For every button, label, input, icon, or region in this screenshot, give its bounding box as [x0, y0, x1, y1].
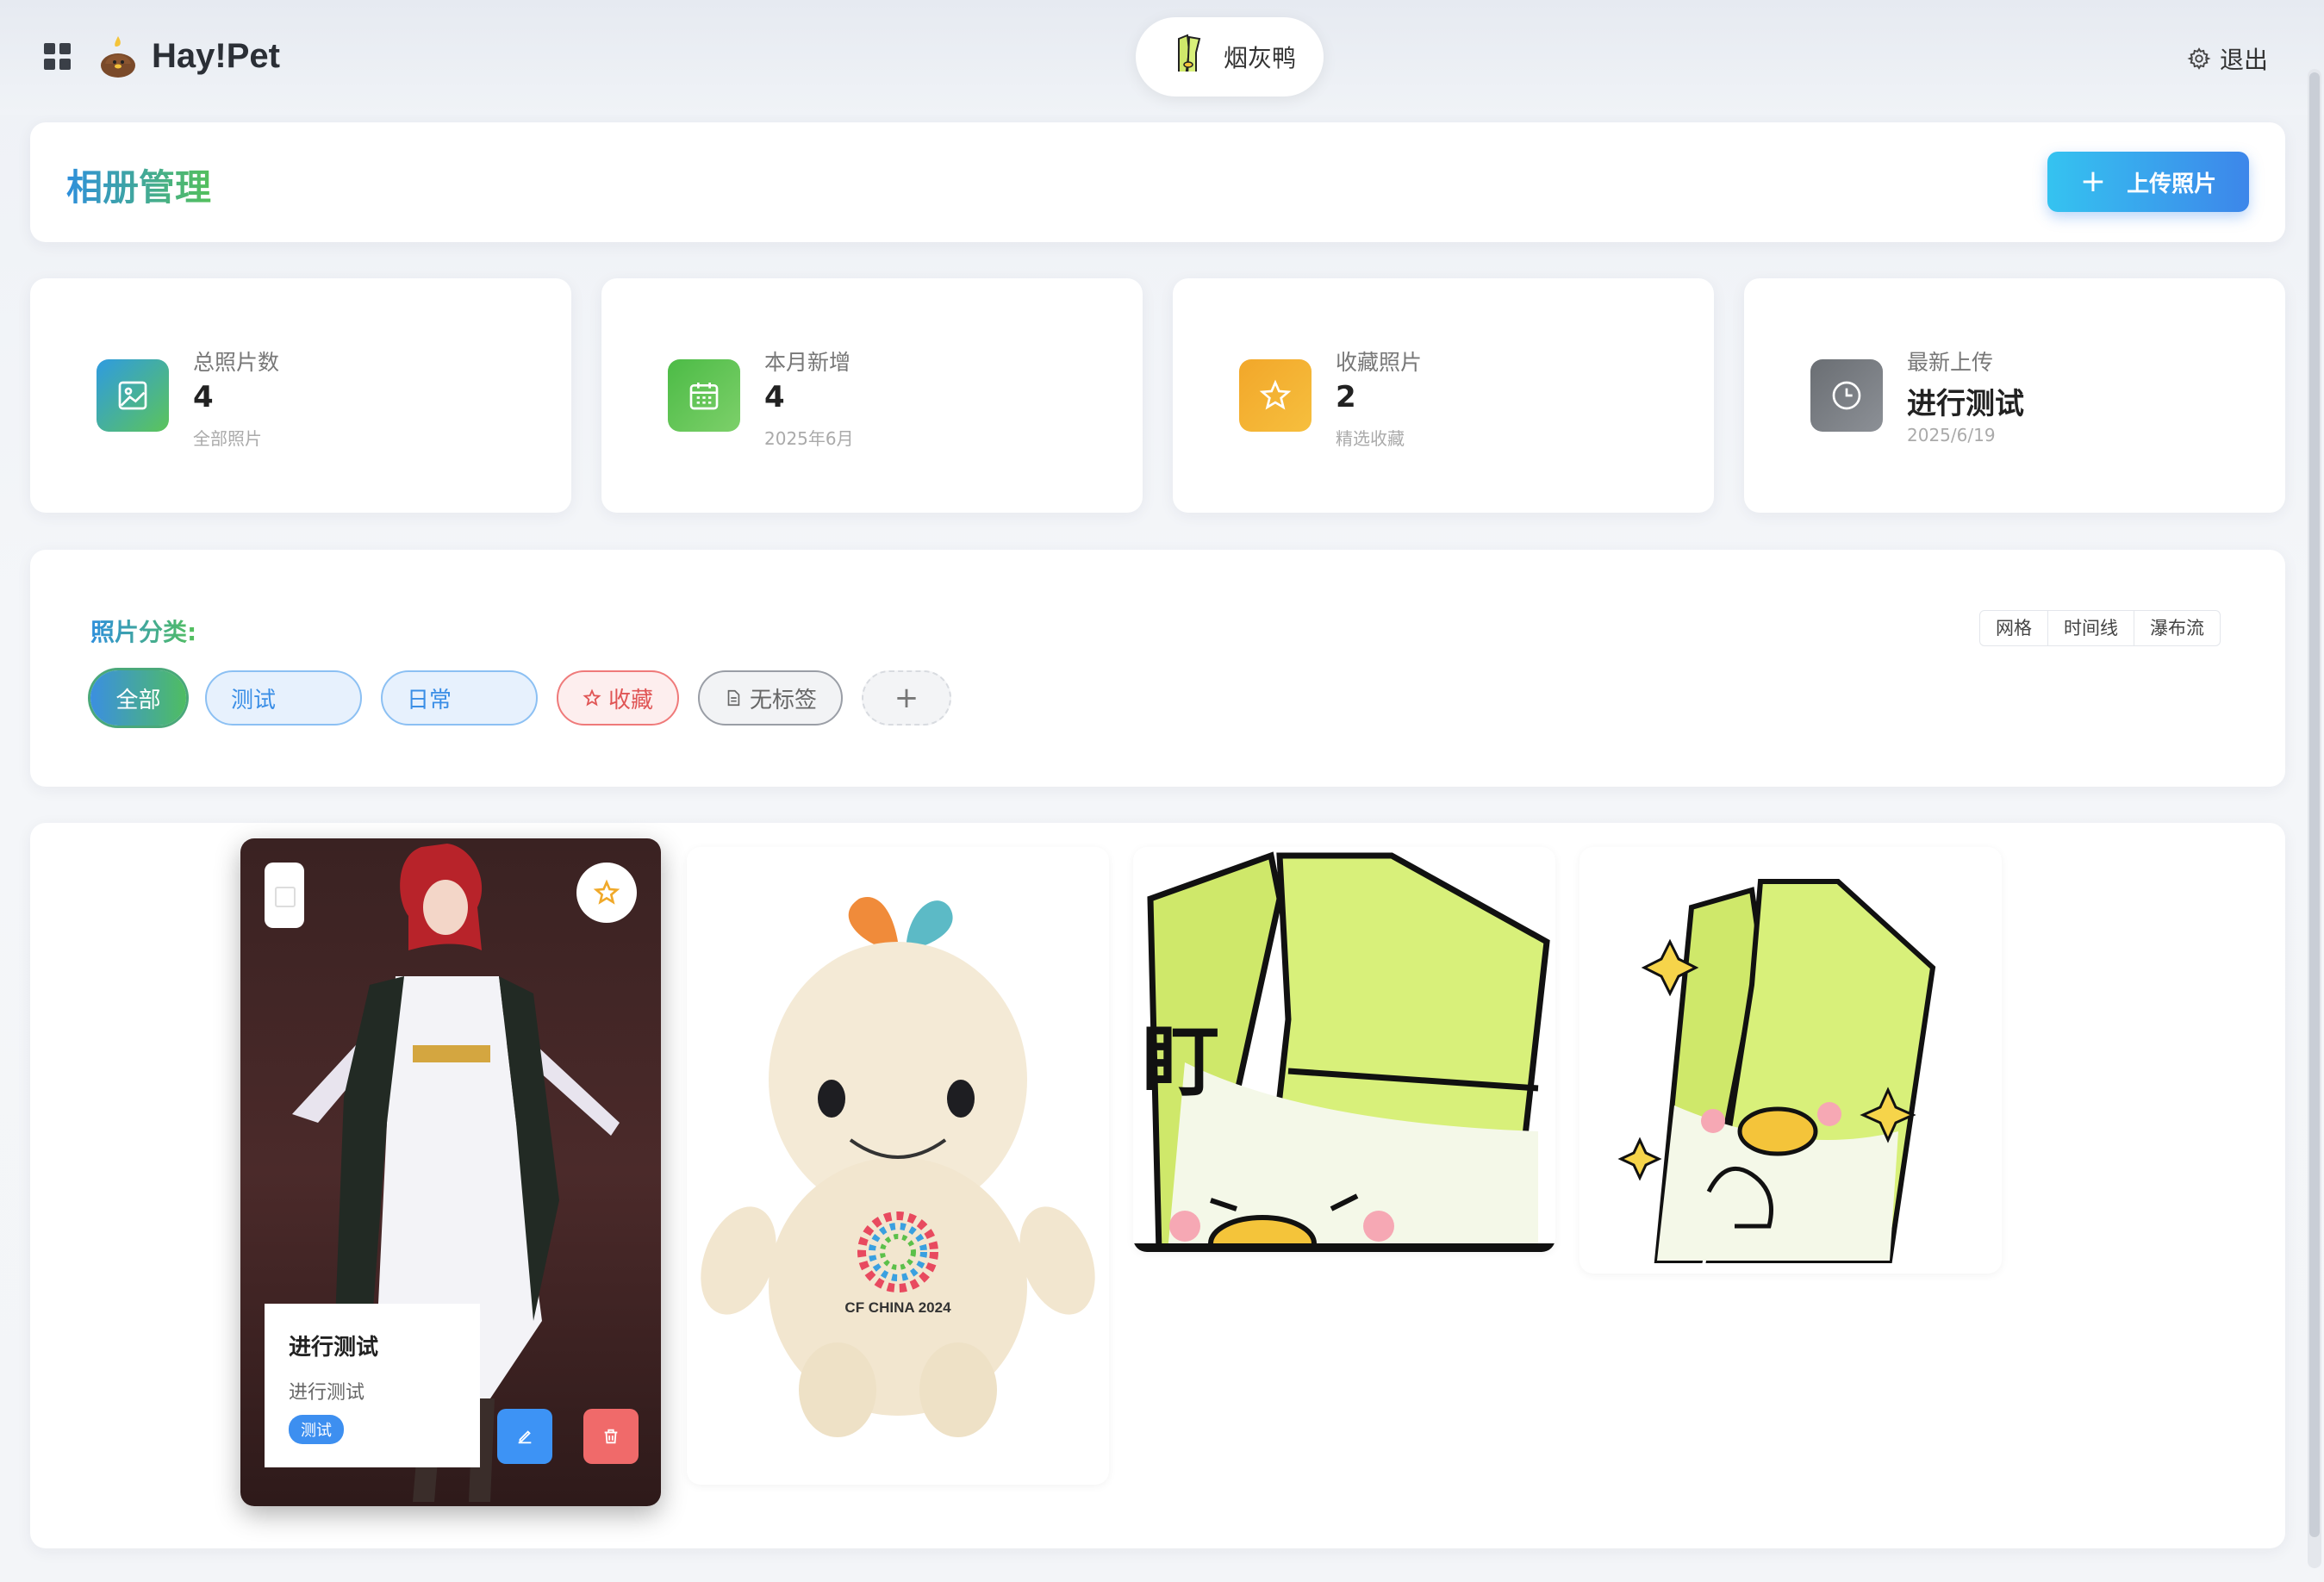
photo-card[interactable]: 盯	[1133, 847, 1555, 1252]
tag-label: 收藏	[607, 687, 653, 713]
avatar	[1177, 34, 1201, 78]
stat-card-latest: 最新上传 进行测试 2025/6/19	[1744, 278, 2285, 513]
view-waterfall-button[interactable]: 瀑布流	[2134, 611, 2220, 645]
document-icon	[727, 689, 740, 707]
view-grid-button[interactable]: 网格	[1980, 611, 2047, 645]
top-navigation-bar: Hay!Pet 烟灰鸭 退出	[0, 0, 2324, 115]
plus-icon: +	[2079, 164, 2107, 199]
edit-photo-button[interactable]	[497, 1409, 552, 1464]
image-icon	[97, 359, 169, 432]
photo-info-panel: 进行测试 进行测试 测试	[265, 1304, 480, 1467]
photo-description: 进行测试	[289, 1382, 365, 1404]
calendar-icon	[668, 359, 740, 432]
edit-icon	[518, 1430, 532, 1444]
tag-favorites[interactable]: 收藏	[557, 670, 679, 726]
star-icon	[593, 879, 620, 905]
tag-daily[interactable]: 日常	[381, 670, 538, 726]
photo-card[interactable]	[1579, 847, 2002, 1274]
photo-caption: 盯	[1142, 1017, 1219, 1107]
stat-value: 进行测试	[1907, 387, 2024, 421]
brand[interactable]: Hay!Pet	[97, 33, 280, 79]
brand-name: Hay!Pet	[152, 36, 280, 75]
tag-list: 全部 测试 日常 收藏 无标签 +	[90, 670, 951, 726]
pet-logo-icon	[101, 36, 135, 78]
add-tag-button[interactable]: +	[862, 670, 951, 726]
tag-all[interactable]: 全部	[90, 670, 186, 726]
filter-title: 照片分类:	[90, 613, 196, 648]
stat-card-monthly: 本月新增 4 2025年6月	[601, 278, 1143, 513]
photo-gallery: 进行测试 进行测试 测试 CF CHINA 2024 盯	[30, 823, 2285, 1548]
delete-photo-button[interactable]	[583, 1409, 639, 1464]
stat-label: 本月新增	[764, 350, 851, 375]
stat-subtitle: 精选收藏	[1336, 428, 1405, 449]
view-mode-switch: 网格 时间线 瀑布流	[1979, 610, 2221, 646]
stat-label: 总照片数	[193, 350, 280, 375]
tag-label: 无标签	[749, 687, 817, 713]
stat-subtitle: 全部照片	[193, 428, 262, 449]
leek-duck-thinking-sticker	[1617, 879, 1936, 1263]
favorite-button[interactable]	[576, 863, 637, 923]
star-icon	[583, 688, 601, 707]
upload-label: 上传照片	[2127, 171, 2217, 197]
stat-value: 2	[1336, 380, 1356, 414]
tag-test[interactable]: 测试	[205, 670, 362, 726]
leek-duck-sticker: 盯	[1133, 851, 1555, 1252]
photo-card[interactable]: 进行测试 进行测试 测试	[240, 838, 661, 1506]
scrollbar-thumb[interactable]	[2309, 72, 2320, 1537]
page-header-card: 相册管理 + 上传照片	[30, 122, 2285, 242]
view-timeline-button[interactable]: 时间线	[2047, 611, 2134, 645]
user-profile-pill[interactable]: 烟灰鸭	[1136, 17, 1324, 97]
clock-icon	[1810, 359, 1883, 432]
gear-icon	[2187, 47, 2211, 70]
photo-tag-badge[interactable]: 测试	[289, 1415, 344, 1444]
star-icon	[1239, 359, 1312, 432]
logout-button[interactable]: 退出	[2187, 41, 2268, 76]
select-checkbox[interactable]	[265, 863, 304, 928]
photo-title: 进行测试	[289, 1335, 379, 1361]
stat-label: 最新上传	[1907, 350, 1994, 375]
photo-caption: CF CHINA 2024	[844, 1299, 951, 1316]
page-title: 相册管理	[66, 159, 211, 211]
apps-grid-icon[interactable]	[44, 43, 72, 71]
user-name: 烟灰鸭	[1224, 44, 1297, 72]
stat-subtitle: 2025年6月	[764, 428, 854, 449]
tag-label: 全部	[115, 687, 161, 713]
stat-card-total: 总照片数 4 全部照片	[30, 278, 571, 513]
stat-card-favorites: 收藏照片 2 精选收藏	[1173, 278, 1714, 513]
stat-value: 4	[193, 380, 214, 414]
upload-photo-button[interactable]: + 上传照片	[2047, 152, 2249, 212]
tag-untagged[interactable]: 无标签	[698, 670, 843, 726]
stat-label: 收藏照片	[1336, 350, 1423, 375]
plush-mascot-image: CF CHINA 2024	[701, 897, 1095, 1437]
trash-icon	[604, 1429, 618, 1444]
stat-subtitle: 2025/6/19	[1907, 425, 1996, 445]
photo-card[interactable]: CF CHINA 2024	[687, 847, 1109, 1485]
logout-label: 退出	[2220, 46, 2269, 74]
category-filter-card: 照片分类: 网格 时间线 瀑布流 全部 测试 日常 收藏 无标签 +	[30, 550, 2285, 787]
stat-value: 4	[764, 380, 785, 414]
tag-label: 日常	[407, 687, 452, 713]
tag-label: 测试	[231, 687, 277, 713]
